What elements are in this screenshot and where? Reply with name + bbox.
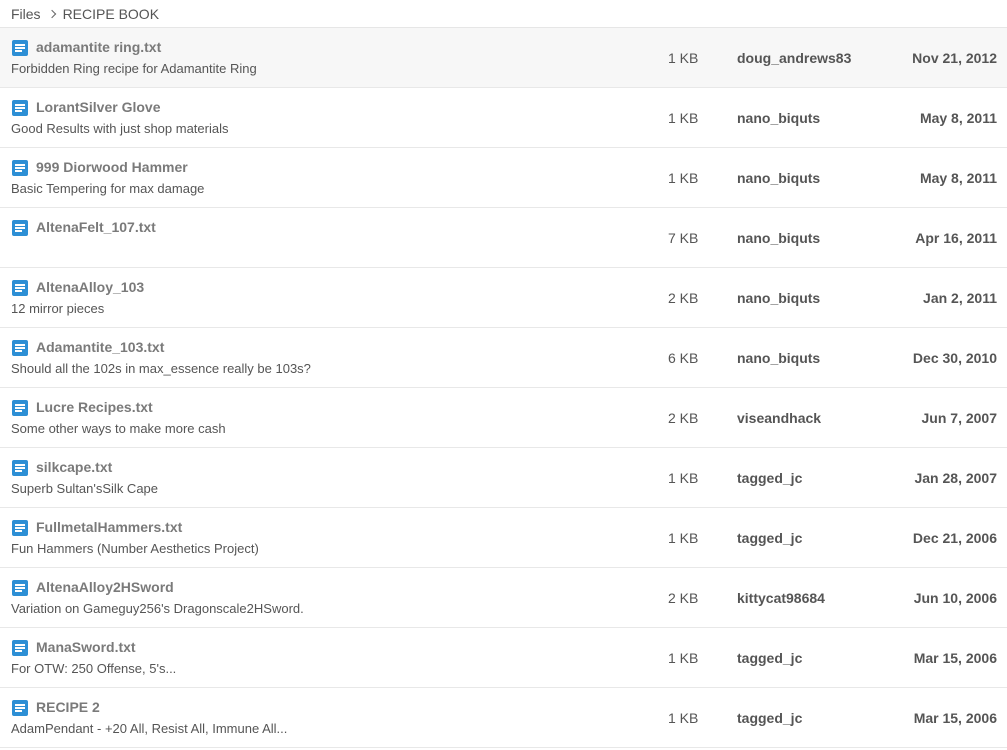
file-owner[interactable]: nano_biquts: [737, 110, 820, 126]
text-document-icon: [12, 340, 28, 356]
file-size: 1 KB: [668, 170, 699, 186]
file-description: Forbidden Ring recipe for Adamantite Rin…: [11, 61, 257, 76]
file-owner[interactable]: tagged_jc: [737, 650, 802, 666]
file-size: 1 KB: [668, 110, 699, 126]
file-date: Dec 21, 2006: [912, 530, 997, 546]
file-description: AdamPendant - +20 All, Resist All, Immun…: [11, 721, 288, 736]
file-description: Superb Sultan'sSilk Cape: [11, 481, 159, 496]
text-document-icon: [12, 100, 28, 116]
file-name-link[interactable]: AltenaAlloy_103: [36, 279, 144, 295]
file-description: Some other ways to make more cash: [11, 421, 226, 436]
chevron-right-icon: [47, 9, 56, 18]
file-row[interactable]: RECIPE 2 AdamPendant - +20 All, Resist A…: [0, 688, 1007, 748]
text-document-icon: [12, 220, 28, 236]
file-row[interactable]: adamantite ring.txt Forbidden Ring recip…: [0, 28, 1007, 88]
file-date: May 8, 2011: [919, 170, 997, 186]
file-owner[interactable]: viseandhack: [737, 410, 821, 426]
file-description: Should all the 102s in max_essence reall…: [11, 361, 311, 376]
file-date: Dec 30, 2010: [912, 350, 997, 366]
file-row[interactable]: FullmetalHammers.txt Fun Hammers (Number…: [0, 508, 1007, 568]
file-row[interactable]: silkcape.txt Superb Sultan'sSilk Cape 1 …: [0, 448, 1007, 508]
file-size: 6 KB: [668, 350, 699, 366]
file-row[interactable]: LorantSilver Glove Good Results with jus…: [0, 88, 1007, 148]
file-name-link[interactable]: 999 Diorwood Hammer: [36, 159, 188, 175]
file-size: 1 KB: [668, 470, 699, 486]
file-description: Basic Tempering for max damage: [11, 181, 205, 196]
file-size: 1 KB: [668, 50, 699, 66]
file-description: Variation on Gameguy256's Dragonscale2HS…: [11, 601, 304, 616]
file-row[interactable]: 999 Diorwood Hammer Basic Tempering for …: [0, 148, 1007, 208]
file-row[interactable]: Adamantite_103.txt Should all the 102s i…: [0, 328, 1007, 388]
file-row[interactable]: ManaSword.txt For OTW: 250 Offense, 5's.…: [0, 628, 1007, 688]
file-name-link[interactable]: silkcape.txt: [36, 459, 112, 475]
file-name-link[interactable]: LorantSilver Glove: [36, 99, 160, 115]
file-name-link[interactable]: adamantite ring.txt: [36, 39, 161, 55]
file-row[interactable]: AltenaAlloy2HSword Variation on Gameguy2…: [0, 568, 1007, 628]
file-owner[interactable]: kittycat98684: [737, 590, 825, 606]
breadcrumb-current-folder: RECIPE BOOK: [62, 5, 160, 22]
text-document-icon: [12, 700, 28, 716]
file-list: adamantite ring.txt Forbidden Ring recip…: [0, 28, 1007, 748]
file-size: 1 KB: [668, 650, 699, 666]
file-date: Mar 15, 2006: [913, 650, 997, 666]
file-owner[interactable]: tagged_jc: [737, 470, 802, 486]
file-size: 7 KB: [668, 230, 699, 246]
text-document-icon: [12, 520, 28, 536]
file-row[interactable]: AltenaAlloy_103 12 mirror pieces 2 KB na…: [0, 268, 1007, 328]
text-document-icon: [12, 580, 28, 596]
file-owner[interactable]: nano_biquts: [737, 290, 820, 306]
file-owner[interactable]: tagged_jc: [737, 530, 802, 546]
file-name-link[interactable]: RECIPE 2: [36, 699, 100, 715]
file-size: 2 KB: [668, 410, 699, 426]
file-description: Good Results with just shop materials: [11, 121, 229, 136]
file-owner[interactable]: nano_biquts: [737, 170, 820, 186]
file-name-link[interactable]: AltenaAlloy2HSword: [36, 579, 174, 595]
file-name-link[interactable]: Adamantite_103.txt: [36, 339, 164, 355]
breadcrumb-files-link[interactable]: Files: [11, 6, 41, 22]
text-document-icon: [12, 400, 28, 416]
text-document-icon: [12, 280, 28, 296]
file-date: Jun 10, 2006: [913, 590, 997, 606]
file-name-link[interactable]: AltenaFelt_107.txt: [36, 219, 156, 235]
file-size: 1 KB: [668, 530, 699, 546]
file-owner[interactable]: doug_andrews83: [737, 50, 851, 66]
file-description: For OTW: 250 Offense, 5's...: [11, 661, 177, 676]
file-row[interactable]: AltenaFelt_107.txt 7 KB nano_biquts Apr …: [0, 208, 1007, 268]
file-name-link[interactable]: Lucre Recipes.txt: [36, 399, 153, 415]
file-size: 2 KB: [668, 290, 699, 306]
breadcrumb: Files RECIPE BOOK: [0, 0, 1007, 28]
file-row[interactable]: Lucre Recipes.txt Some other ways to mak…: [0, 388, 1007, 448]
text-document-icon: [12, 640, 28, 656]
file-date: Nov 21, 2012: [912, 50, 997, 66]
file-date: Mar 15, 2006: [913, 710, 997, 726]
file-owner[interactable]: tagged_jc: [737, 710, 802, 726]
file-size: 2 KB: [668, 590, 699, 606]
text-document-icon: [12, 160, 28, 176]
file-owner[interactable]: nano_biquts: [737, 350, 820, 366]
file-date: Apr 16, 2011: [915, 230, 997, 246]
file-owner[interactable]: nano_biquts: [737, 230, 820, 246]
file-date: Jan 2, 2011: [923, 290, 997, 306]
file-name-link[interactable]: FullmetalHammers.txt: [36, 519, 182, 535]
file-date: Jun 7, 2007: [921, 410, 998, 426]
file-size: 1 KB: [668, 710, 699, 726]
file-date: May 8, 2011: [919, 110, 997, 126]
file-date: Jan 28, 2007: [914, 470, 997, 486]
text-document-icon: [12, 460, 28, 476]
file-description: Fun Hammers (Number Aesthetics Project): [11, 541, 259, 556]
file-description: 12 mirror pieces: [11, 301, 105, 316]
file-name-link[interactable]: ManaSword.txt: [36, 639, 136, 655]
text-document-icon: [12, 40, 28, 56]
